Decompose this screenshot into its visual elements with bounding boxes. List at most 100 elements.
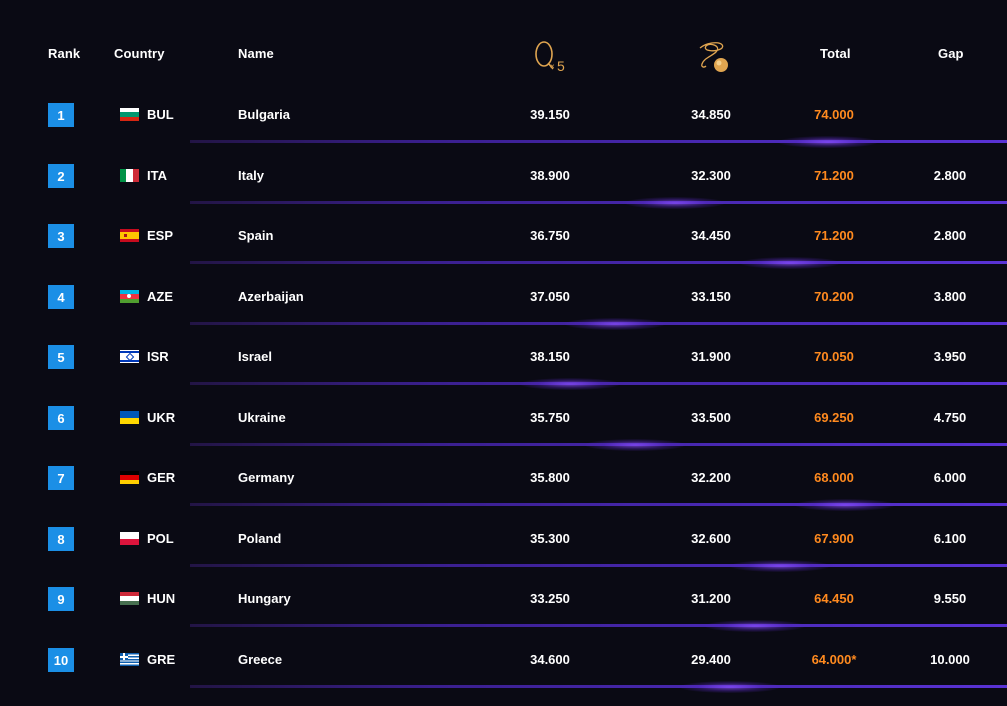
total-score: 64.000*: [811, 652, 857, 667]
table-row: 2 ITA Italy 38.900 32.300 71.200 2.800: [0, 153, 1007, 213]
flag-italy-icon: [120, 169, 139, 182]
header-name: Name: [238, 46, 274, 61]
divider-glow: [565, 318, 665, 330]
total-score: 74.000: [814, 107, 854, 122]
country-name: Ukraine: [238, 410, 286, 425]
country-name: Azerbaijan: [238, 289, 304, 304]
rank-badge: 10: [48, 648, 74, 672]
header-total: Total: [820, 46, 851, 61]
rank-badge: 3: [48, 224, 74, 248]
gap-value: 3.950: [933, 349, 967, 364]
divider-glow: [778, 136, 878, 148]
rank-badge: 4: [48, 285, 74, 309]
total-score: 70.050: [814, 349, 854, 364]
gap-value: 6.100: [933, 531, 967, 546]
hoop-score: 38.900: [530, 168, 570, 183]
hoop-multiplier: 5: [557, 58, 565, 74]
ball-score: 31.900: [691, 349, 731, 364]
row-divider: [190, 685, 1007, 688]
svg-text:×: ×: [550, 62, 555, 71]
table-row: 8 POL Poland 35.300 32.600 67.900 6.100: [0, 516, 1007, 576]
hoop-score: 36.750: [530, 228, 570, 243]
country-code: GRE: [147, 652, 176, 667]
table-row: 5 ISR Israel 38.150 31.900 70.050 3.950: [0, 334, 1007, 394]
hoop-score: 39.150: [530, 107, 570, 122]
total-score: 68.000: [814, 470, 854, 485]
gap-value: 2.800: [933, 168, 967, 183]
country-name: Germany: [238, 470, 295, 485]
flag-hungary-icon: [120, 592, 139, 605]
total-score: 67.900: [814, 531, 854, 546]
ribbon-ball-icon: [699, 42, 728, 72]
total-score: 69.250: [814, 410, 854, 425]
country-code: AZE: [147, 289, 173, 304]
flag-greece-icon: [120, 653, 139, 666]
gap-value: 9.550: [933, 591, 967, 606]
country-name: Israel: [238, 349, 272, 364]
country-code: ITA: [147, 168, 167, 183]
ball-score: 34.450: [691, 228, 731, 243]
flag-azerbaijan-icon: [120, 290, 139, 303]
table-row: 10 GRE Greece 34.600 29.400 64.000* 10.0…: [0, 637, 1007, 697]
table-row: 4 AZE Azerbaijan 37.050 33.150 70.200 3.…: [0, 274, 1007, 334]
ball-score: 33.150: [691, 289, 731, 304]
rank-badge: 9: [48, 587, 74, 611]
country-code: GER: [147, 470, 176, 485]
row-divider: [190, 624, 1007, 627]
table-row: 6 UKR Ukraine 35.750 33.500 69.250 4.750: [0, 395, 1007, 455]
country-code: UKR: [147, 410, 176, 425]
country-code: HUN: [147, 591, 176, 606]
hoop-score: 37.050: [530, 289, 570, 304]
country-code: BUL: [147, 107, 174, 122]
rank-badge: 8: [48, 527, 74, 551]
header-country: Country: [114, 46, 165, 61]
ball-score: 31.200: [691, 591, 731, 606]
divider-glow: [730, 560, 830, 572]
total-score: 70.200: [814, 289, 854, 304]
rank-badge: 2: [48, 164, 74, 188]
rank-badge: 5: [48, 345, 74, 369]
flag-ukraine-icon: [120, 411, 139, 424]
divider-glow: [740, 257, 840, 269]
divider-glow: [680, 681, 780, 693]
table-header: Rank Country Name × 5 Total Gap: [0, 0, 1007, 92]
country-code: ESP: [147, 228, 174, 243]
divider-glow: [705, 620, 805, 632]
gap-value: 3.800: [933, 289, 967, 304]
country-code: ISR: [147, 349, 169, 364]
table-row: 7 GER Germany 35.800 32.200 68.000 6.000: [0, 455, 1007, 515]
rank-badge: 6: [48, 406, 74, 430]
flag-israel-icon: [120, 350, 139, 363]
total-score: 71.200: [814, 168, 854, 183]
flag-poland-icon: [120, 532, 139, 545]
gap-value: 6.000: [933, 470, 967, 485]
ball-score: 32.600: [691, 531, 731, 546]
ball-score: 33.500: [691, 410, 731, 425]
hoop-score: 33.250: [530, 591, 570, 606]
gap-value: 4.750: [933, 410, 967, 425]
rank-badge: 7: [48, 466, 74, 490]
header-rank: Rank: [48, 46, 81, 61]
divider-glow: [795, 499, 895, 511]
hoop-score: 35.300: [530, 531, 570, 546]
country-name: Spain: [238, 228, 274, 243]
total-score: 64.450: [814, 591, 854, 606]
country-name: Bulgaria: [238, 107, 291, 122]
gap-value: 2.800: [933, 228, 967, 243]
hoop-x5-icon: × 5: [535, 41, 565, 74]
ball-score: 32.200: [691, 470, 731, 485]
row-divider: [190, 140, 1007, 143]
hoop-score: 38.150: [530, 349, 570, 364]
row-divider: [190, 261, 1007, 264]
header-gap: Gap: [938, 46, 964, 61]
results-table: Rank Country Name × 5 Total Gap 1 BUL Bu…: [0, 0, 1007, 706]
hoop-score: 34.600: [530, 652, 570, 667]
rank-badge: 1: [48, 103, 74, 127]
country-name: Poland: [238, 531, 282, 546]
ball-score: 34.850: [691, 107, 731, 122]
country-code: POL: [147, 531, 174, 546]
flag-bulgaria-icon: [120, 108, 139, 121]
country-name: Hungary: [238, 591, 291, 606]
flag-spain-icon: [120, 229, 139, 242]
row-divider: [190, 201, 1007, 204]
